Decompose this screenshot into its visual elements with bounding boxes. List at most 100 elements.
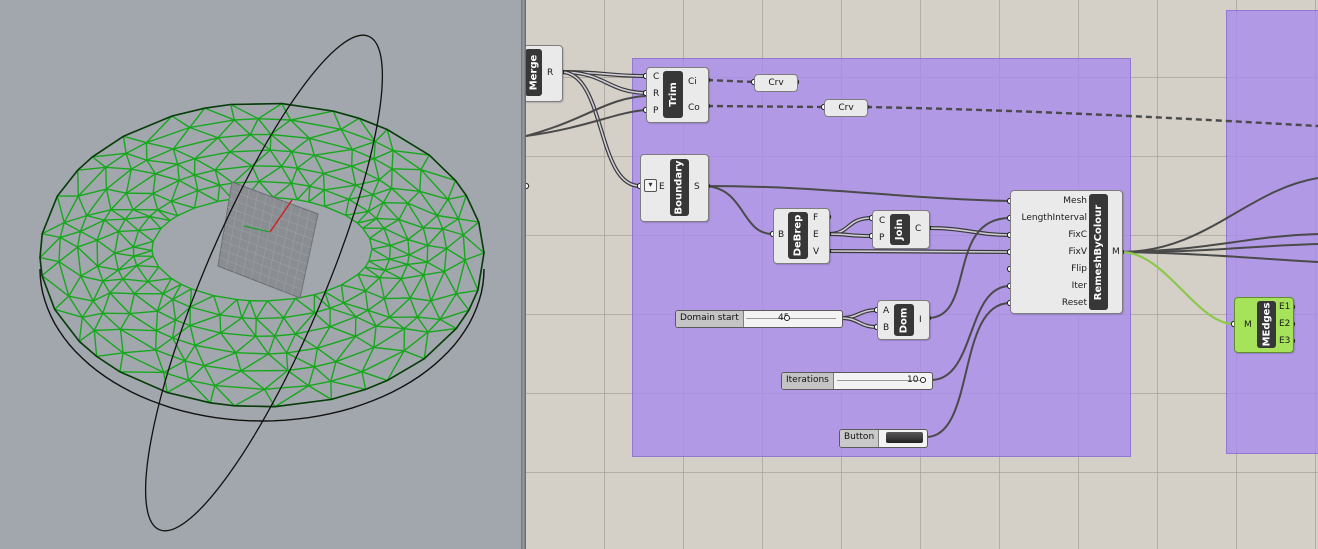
mesh-edge xyxy=(173,148,196,160)
trim-component[interactable]: C R P Trim Ci Co xyxy=(646,67,709,123)
mesh-edge xyxy=(371,244,391,250)
slider-grip[interactable] xyxy=(783,315,790,321)
mesh-edge xyxy=(217,185,221,202)
mesh-edge xyxy=(110,209,126,220)
mesh-edge xyxy=(105,188,112,210)
mesh-edge xyxy=(80,230,98,241)
mesh-edge xyxy=(105,166,132,170)
merge-component[interactable]: Merge R xyxy=(526,45,563,102)
mesh-edge xyxy=(122,136,127,154)
mesh-edge xyxy=(106,188,127,194)
mesh-edge xyxy=(171,200,195,209)
mesh-edge xyxy=(103,219,120,233)
rhino-viewport[interactable] xyxy=(0,0,521,549)
mesh-edge xyxy=(316,347,337,363)
medges-component[interactable]: M MEdges E1 E2 E3 xyxy=(1234,297,1294,353)
mesh-edge xyxy=(314,148,353,156)
slider-grip[interactable] xyxy=(920,377,926,383)
mesh-edge xyxy=(155,311,159,331)
mesh-edge xyxy=(407,227,424,241)
mesh-edge xyxy=(118,229,139,233)
mesh-edge xyxy=(340,284,345,304)
mesh-edge xyxy=(124,218,140,232)
mesh-edge xyxy=(119,313,131,330)
crv-param-1[interactable]: Crv xyxy=(754,74,798,92)
mesh-edge xyxy=(330,381,333,400)
mesh-edge xyxy=(285,352,289,371)
mesh-edge xyxy=(194,332,221,346)
mesh-edge xyxy=(313,366,332,382)
mesh-edge xyxy=(155,173,180,182)
mesh-edge xyxy=(120,328,157,332)
boundary-component[interactable]: ▾ E Boundary S xyxy=(640,154,709,222)
mesh-edge xyxy=(133,240,154,248)
join-name: Join xyxy=(890,214,910,245)
mesh-edge xyxy=(125,215,150,220)
mesh-edge xyxy=(136,264,159,268)
mesh-edge xyxy=(119,329,124,353)
crv-param-2[interactable]: Crv xyxy=(824,99,868,117)
mesh-edge xyxy=(133,249,153,257)
mesh-edge xyxy=(270,119,291,136)
mesh-edge xyxy=(240,370,265,390)
mesh-edge xyxy=(378,168,393,181)
mesh-edge xyxy=(408,254,428,263)
mesh-edge xyxy=(392,168,422,171)
mesh-edge xyxy=(410,297,432,302)
button-toggle[interactable] xyxy=(886,432,923,443)
remeshbycolour-component[interactable]: Mesh LengthInterval FixC FixV Flip Iter … xyxy=(1010,190,1123,314)
mesh-edge xyxy=(68,295,94,302)
mesh-edge xyxy=(266,300,285,319)
mesh-edge xyxy=(376,217,400,221)
join-component[interactable]: C P Join C xyxy=(872,210,930,249)
mesh-edge xyxy=(308,138,315,156)
mesh-edge xyxy=(96,352,124,358)
button-label: Button xyxy=(840,430,880,447)
mesh-edge xyxy=(335,361,363,373)
mesh-edge xyxy=(384,297,411,300)
debrep-output-e: E xyxy=(813,230,819,240)
dom-component[interactable]: A B Dom I xyxy=(877,300,930,340)
wire-crv2-out xyxy=(865,105,1318,128)
mesh-edge xyxy=(282,298,296,319)
mesh-edge xyxy=(251,165,260,182)
mesh-edge xyxy=(389,254,410,260)
wire-remesh-out-3 xyxy=(1120,251,1318,263)
wire-remesh-out-2 xyxy=(1120,243,1318,253)
remesh-name: RemeshByColour xyxy=(1089,194,1108,310)
debrep-output-f: F xyxy=(813,213,819,223)
wire-boundary-debrep xyxy=(706,185,774,235)
mesh-edge xyxy=(376,325,405,330)
mesh-edge xyxy=(147,277,172,283)
mesh-edge xyxy=(427,244,447,250)
mesh-edge xyxy=(285,333,297,354)
mesh-edge xyxy=(408,244,428,256)
mesh-edge xyxy=(290,182,298,200)
domain-start-slider[interactable]: Domain start 45 xyxy=(675,310,843,328)
mesh-edge xyxy=(457,195,467,220)
mesh-edge xyxy=(209,385,216,404)
mesh-edge xyxy=(283,317,296,335)
mesh-edge xyxy=(268,353,289,372)
mesh-edge xyxy=(464,252,485,261)
iterations-slider-value: 10 xyxy=(907,375,919,385)
debrep-component[interactable]: B DeBrep F E V xyxy=(773,208,830,264)
button-component[interactable]: Button xyxy=(839,429,928,448)
mesh-edge xyxy=(230,103,259,120)
wire-boundary-remesh xyxy=(706,185,1011,202)
mesh-edge xyxy=(355,335,375,349)
mesh-edge xyxy=(132,209,150,218)
mesh-edge xyxy=(68,275,82,297)
mesh-edge xyxy=(403,350,425,360)
medges-output-e1: E1 xyxy=(1279,302,1291,312)
mesh-edge xyxy=(447,180,457,200)
iterations-slider[interactable]: Iterations 10 xyxy=(781,372,933,390)
mesh-edge xyxy=(419,169,422,192)
mesh-edge xyxy=(323,165,352,175)
mesh-edge xyxy=(249,300,257,319)
mesh-edge xyxy=(78,317,84,342)
mesh-edge xyxy=(355,179,380,186)
mesh-edge xyxy=(308,186,311,202)
grasshopper-canvas[interactable]: Merge R C R P Trim Ci Co Crv Crv ▾ E Bou… xyxy=(526,0,1318,549)
mesh-edge xyxy=(177,163,196,176)
